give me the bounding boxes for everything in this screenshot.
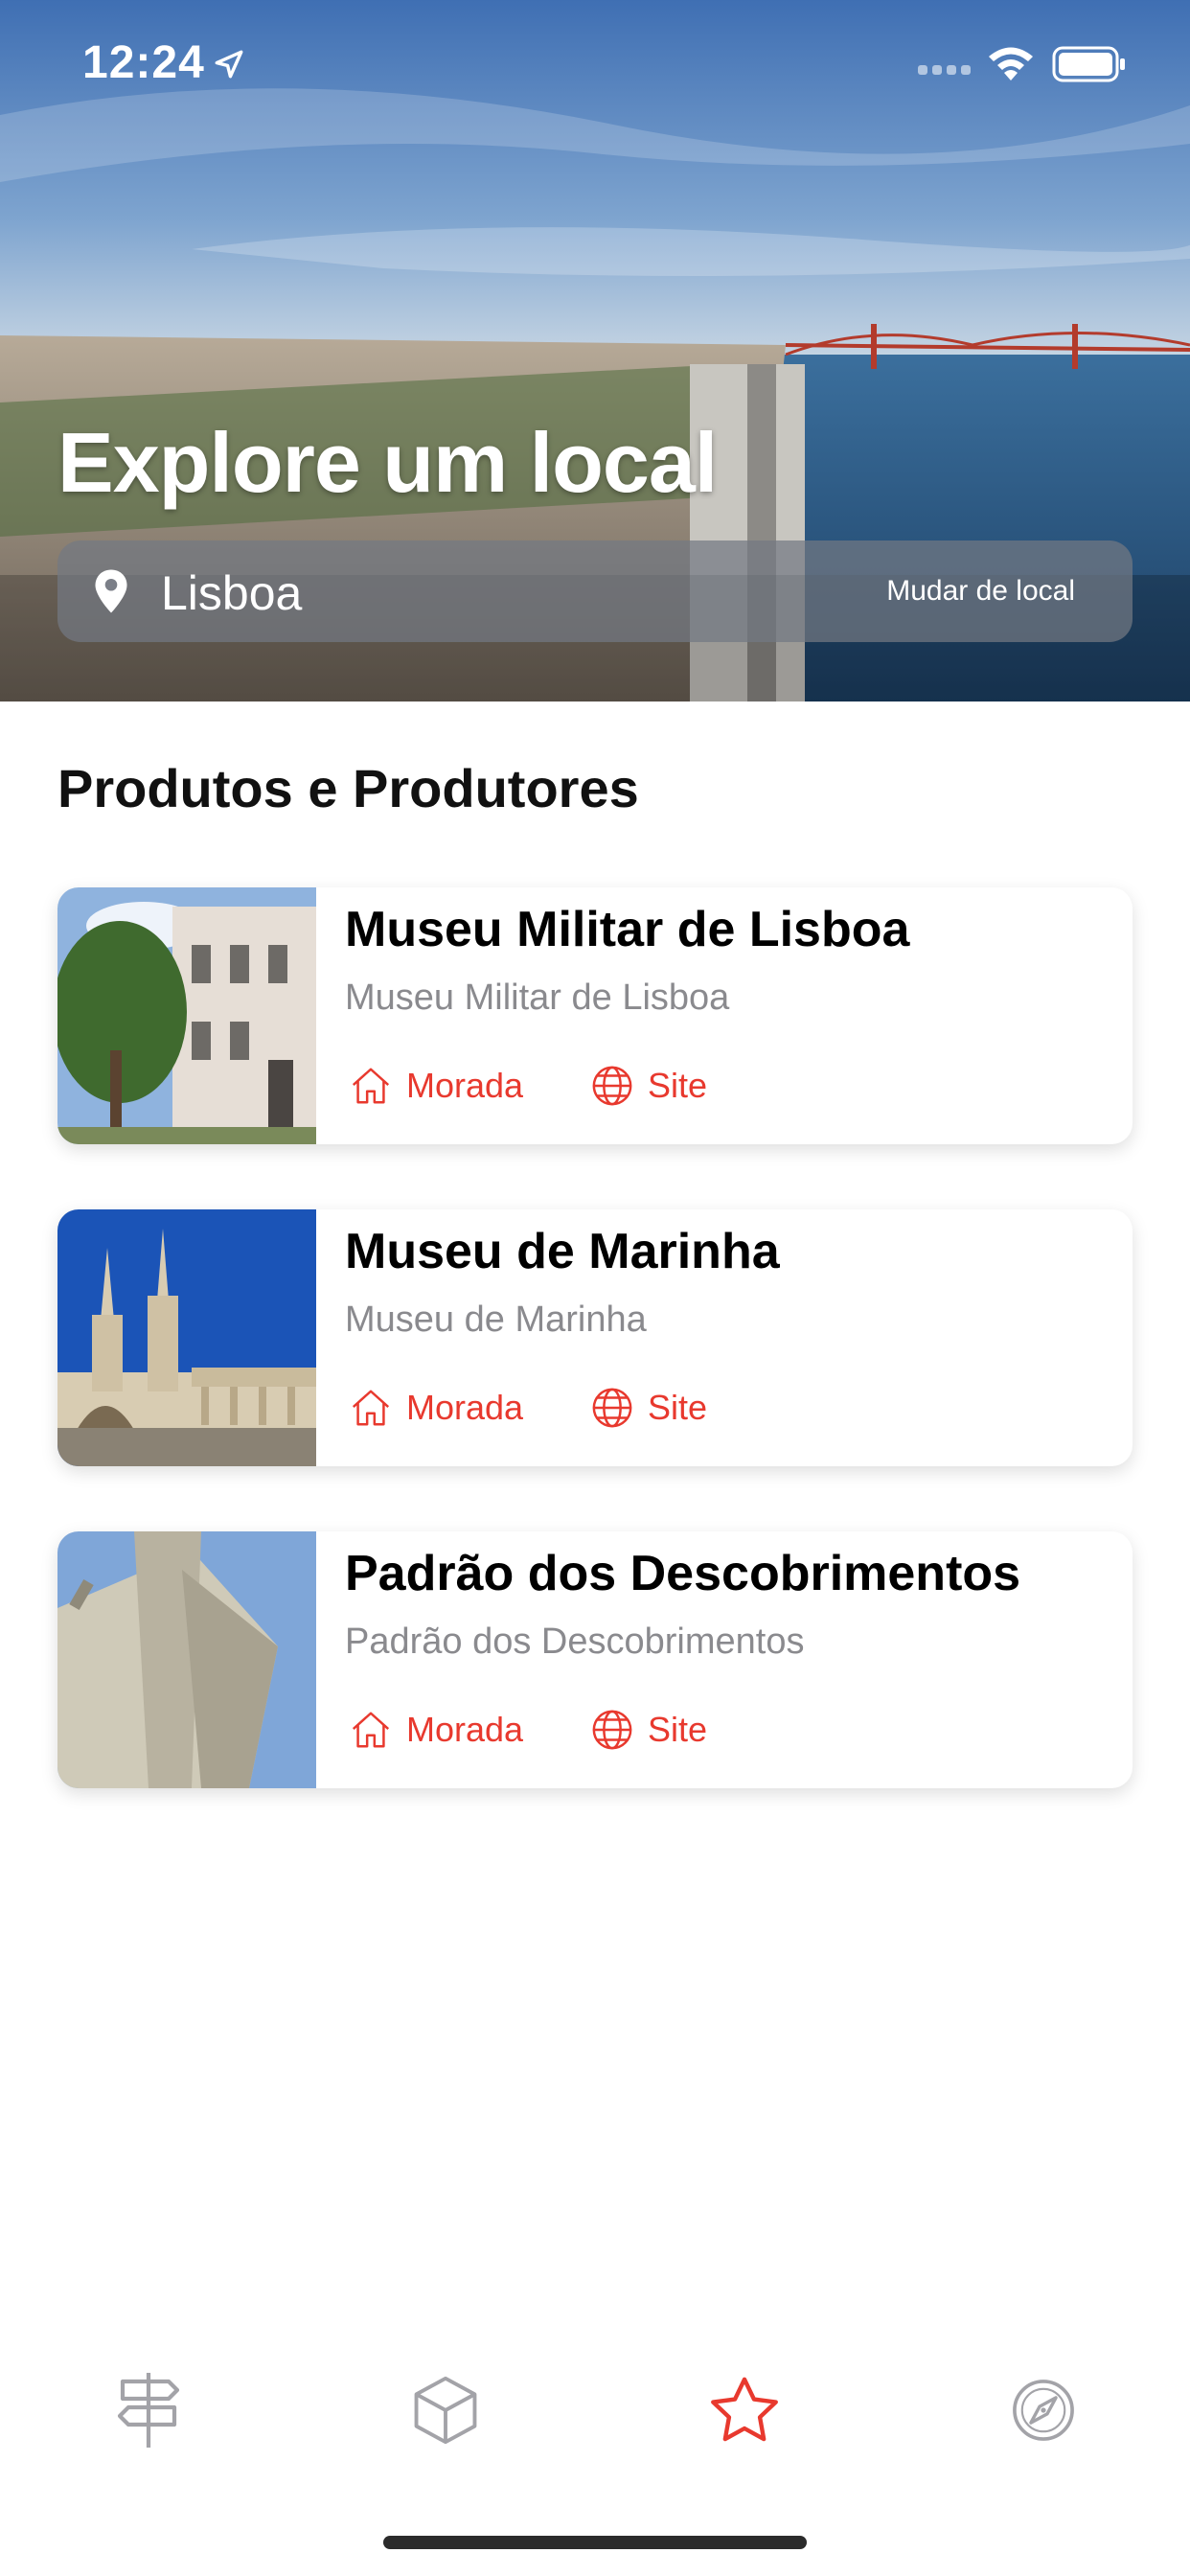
museu-militar-thumbnail: [57, 887, 316, 1144]
tab-products[interactable]: [402, 2367, 489, 2453]
padrao-thumbnail: [57, 1531, 316, 1788]
list-item[interactable]: Padrão dos Descobrimentos Padrão dos Des…: [57, 1531, 1133, 1788]
address-label: Morada: [406, 1066, 524, 1105]
hero-title: Explore um local: [57, 415, 718, 510]
list-item[interactable]: Museu de Marinha Museu de Marinha Morada…: [57, 1209, 1133, 1466]
address-label: Morada: [406, 1710, 524, 1749]
tab-favorites[interactable]: [701, 2367, 788, 2453]
card-title: Museu de Marinha: [345, 1224, 780, 1279]
website-button[interactable]: Site: [590, 1062, 707, 1110]
card-subtitle: Padrão dos Descobrimentos: [345, 1622, 805, 1662]
battery-icon: [1052, 46, 1125, 82]
status-bar: 12:24: [0, 0, 1190, 125]
card-title: Museu Militar de Lisboa: [345, 902, 910, 957]
card-subtitle: Museu de Marinha: [345, 1300, 647, 1340]
site-label: Site: [648, 1066, 708, 1105]
location-arrow-icon: [215, 50, 243, 79]
globe-icon: [592, 1388, 632, 1428]
location-pin-icon: [95, 569, 127, 613]
wifi-icon: [989, 47, 1033, 80]
site-label: Site: [648, 1710, 708, 1749]
house-icon: [352, 1068, 390, 1104]
star-icon: [711, 2377, 778, 2442]
house-icon: [352, 1390, 390, 1426]
museu-de-marinha-thumbnail: [57, 1209, 316, 1466]
card-title: Padrão dos Descobrimentos: [345, 1546, 1021, 1601]
address-button[interactable]: Morada: [349, 1062, 523, 1110]
house-icon: [352, 1712, 390, 1748]
hero-banner: 12:24 Explore um local Lisboa Mudar de l…: [0, 0, 1190, 702]
website-button[interactable]: Site: [590, 1706, 707, 1754]
tab-bar: [0, 2338, 1190, 2482]
change-location-button[interactable]: Mudar de local: [886, 575, 1075, 608]
globe-icon: [592, 1066, 632, 1106]
signpost-icon: [117, 2373, 180, 2448]
section-title: Produtos e Produtores: [57, 758, 639, 818]
address-label: Morada: [406, 1388, 524, 1427]
globe-icon: [592, 1710, 632, 1750]
location-selector[interactable]: Lisboa Mudar de local: [57, 540, 1133, 642]
address-button[interactable]: Morada: [349, 1384, 523, 1432]
website-button[interactable]: Site: [590, 1384, 707, 1432]
compass-icon: [1013, 2380, 1074, 2441]
list-item[interactable]: Museu Militar de Lisboa Museu Militar de…: [57, 887, 1133, 1144]
status-time: 12:24: [82, 37, 205, 88]
cube-icon: [414, 2376, 477, 2445]
home-indicator[interactable]: [383, 2536, 807, 2549]
current-location-label: Lisboa: [161, 566, 303, 620]
tab-discover[interactable]: [105, 2367, 192, 2453]
card-subtitle: Museu Militar de Lisboa: [345, 978, 730, 1018]
cellular-signal-icon: [918, 65, 971, 75]
tab-explore[interactable]: [1000, 2367, 1087, 2453]
site-label: Site: [648, 1388, 708, 1427]
address-button[interactable]: Morada: [349, 1706, 523, 1754]
